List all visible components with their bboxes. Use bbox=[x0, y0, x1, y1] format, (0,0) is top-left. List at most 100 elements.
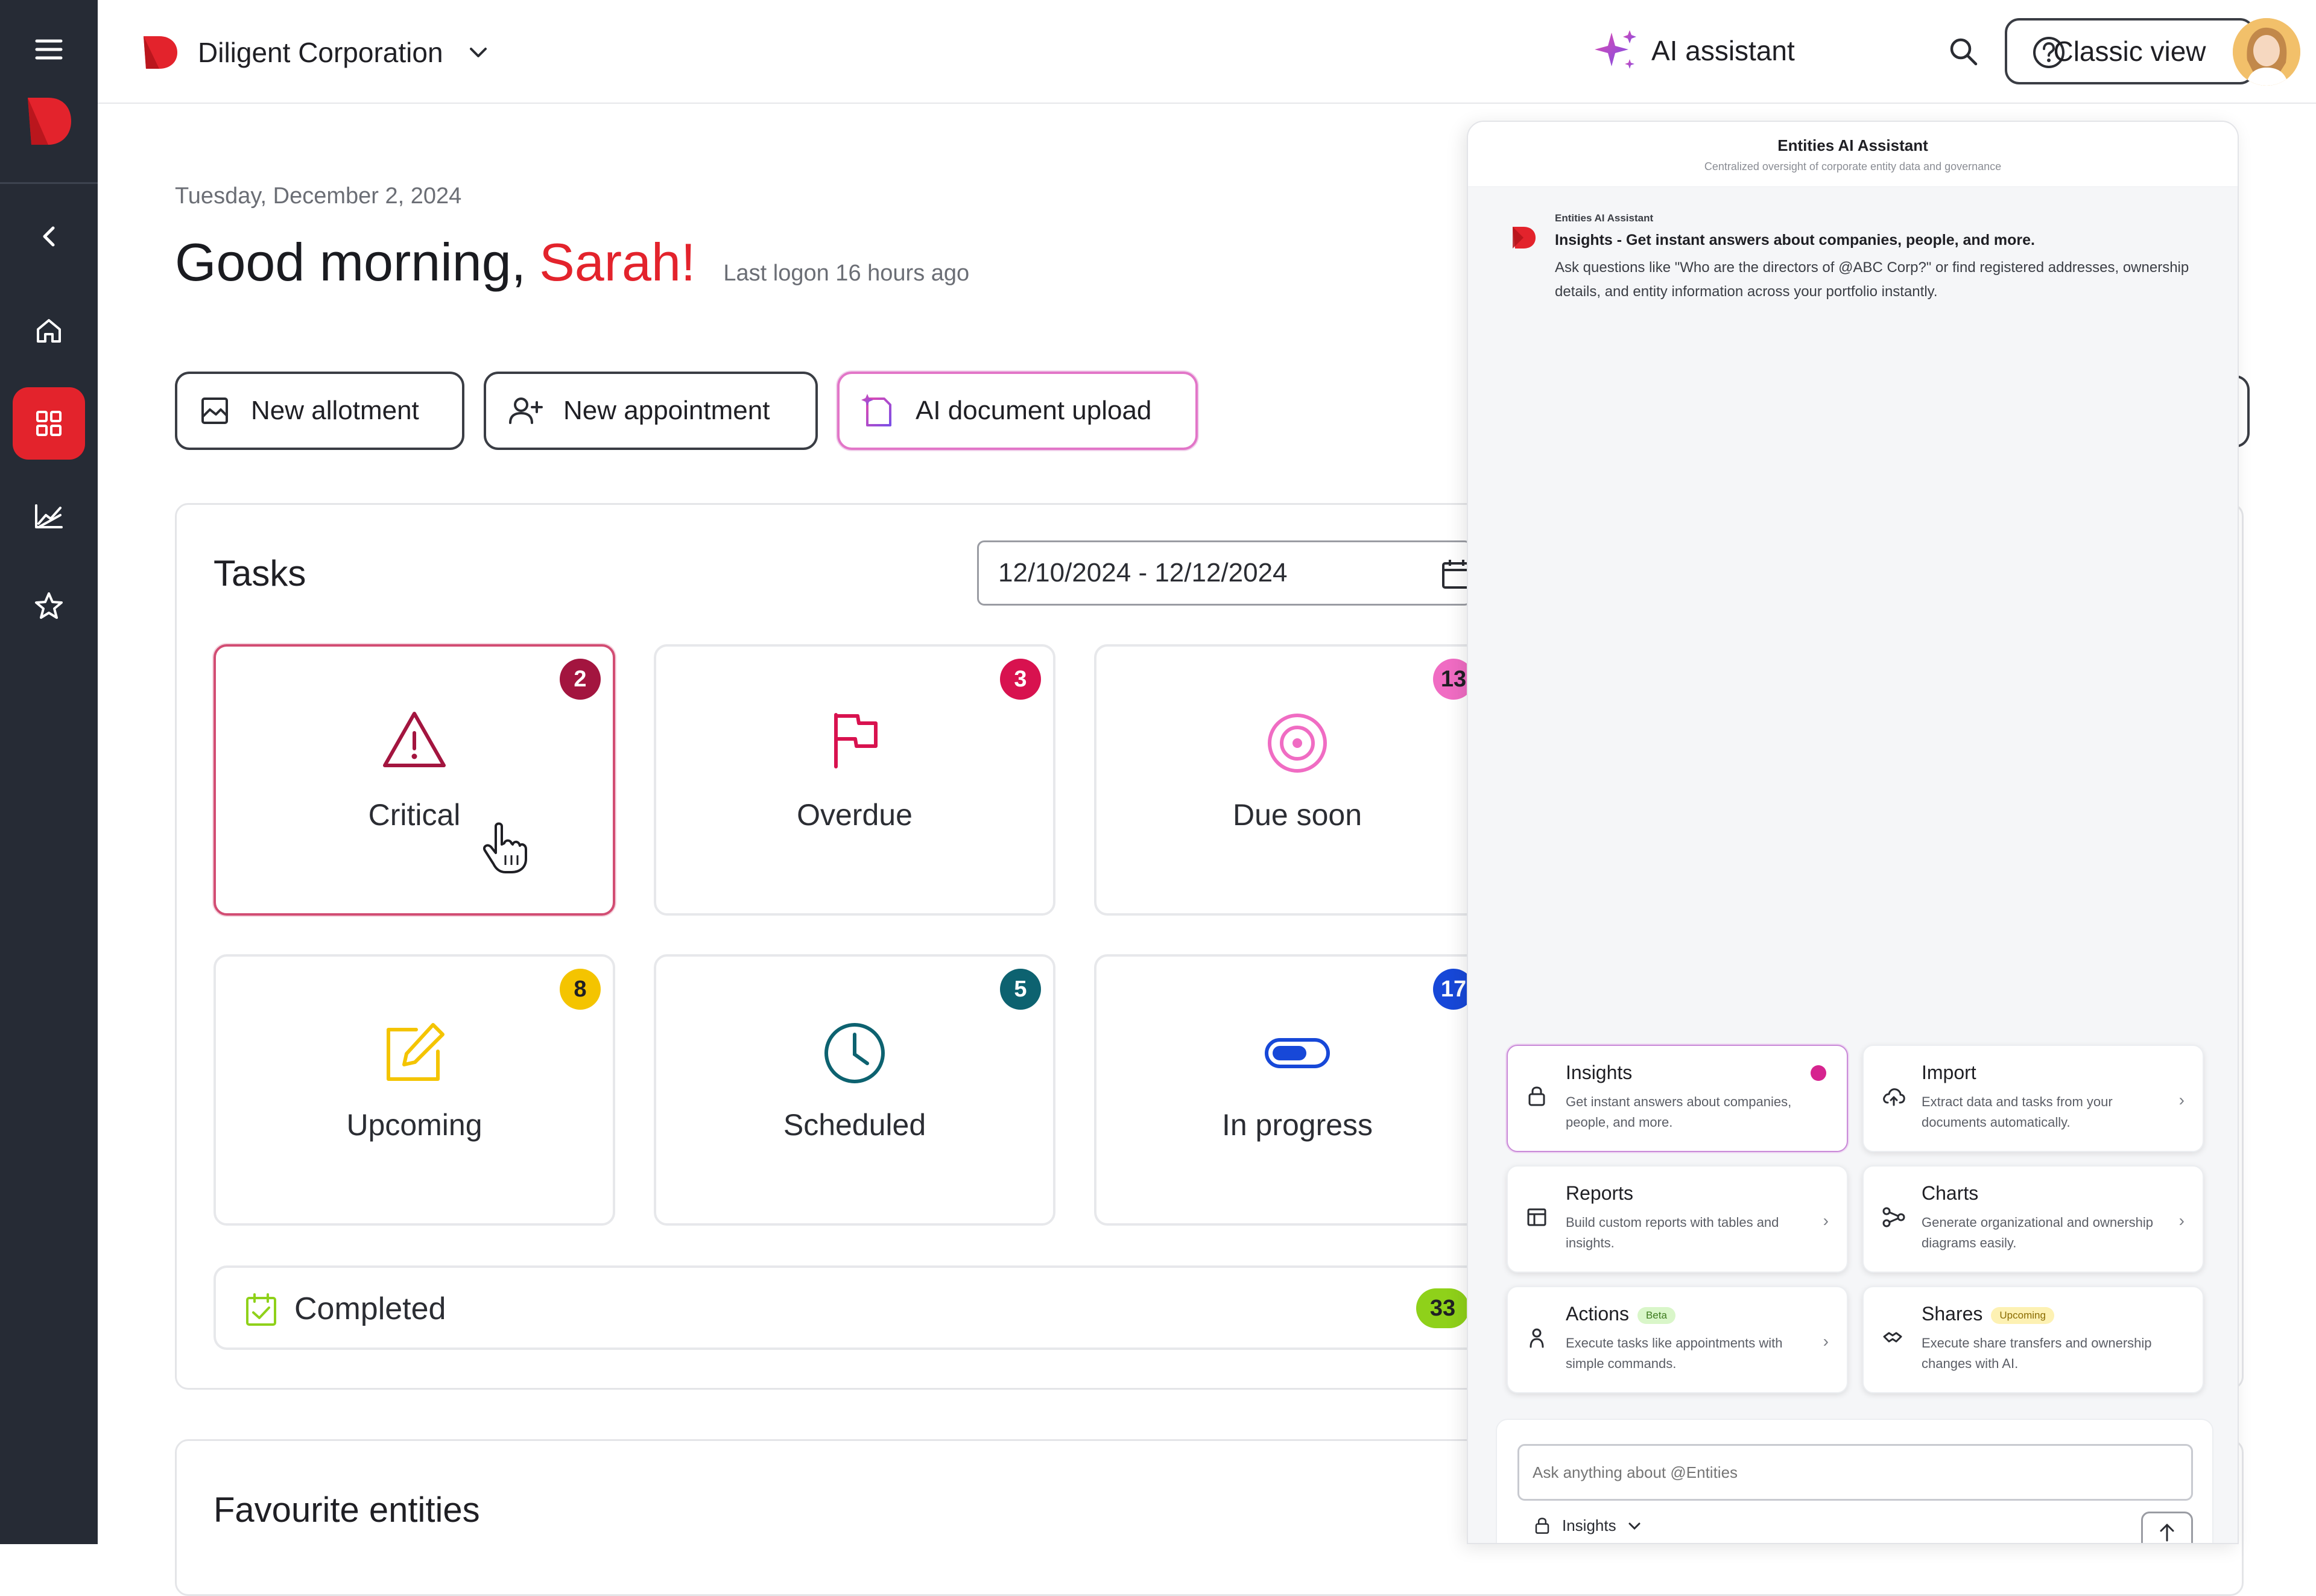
sidebar-item-dashboard[interactable] bbox=[13, 387, 85, 460]
ai-document-upload-label: AI document upload bbox=[916, 396, 1152, 425]
ai-panel-title: Entities AI Assistant bbox=[1777, 136, 1928, 154]
ai-panel-subtitle: Centralized oversight of corporate entit… bbox=[1704, 160, 2002, 173]
date-range-value: 12/10/2024 - 12/12/2024 bbox=[998, 558, 1288, 587]
ai-mode-selector[interactable]: Insights bbox=[1533, 1516, 1642, 1535]
new-allotment-label: New allotment bbox=[251, 396, 419, 425]
org-logo-icon bbox=[141, 34, 180, 71]
in-progress-label: In progress bbox=[1221, 1108, 1373, 1142]
flag-icon bbox=[827, 710, 882, 770]
sidebar-divider bbox=[0, 182, 98, 184]
completed-row[interactable]: Completed 33 bbox=[214, 1265, 1480, 1350]
org-switcher[interactable]: Diligent Corporation bbox=[198, 36, 489, 69]
favourite-entities-title: Favourite entities bbox=[214, 1490, 480, 1530]
ai-mode-label: Insights bbox=[1562, 1516, 1616, 1534]
overdue-label: Overdue bbox=[797, 798, 913, 832]
org-chart-icon bbox=[1882, 1206, 1906, 1228]
dashboard-icon bbox=[36, 411, 62, 436]
person-icon bbox=[1526, 1327, 1548, 1349]
critical-count-badge: 2 bbox=[560, 659, 601, 700]
task-tile-in-progress[interactable]: 17 In progress bbox=[1094, 954, 1474, 1226]
greeting-name: Sarah! bbox=[539, 232, 696, 292]
ai-card-reports[interactable]: Reports Build custom reports with tables… bbox=[1507, 1165, 1848, 1273]
actions-title: Actions bbox=[1566, 1303, 1629, 1325]
star-icon bbox=[35, 592, 63, 619]
target-icon bbox=[1264, 710, 1330, 776]
chevron-right-icon: › bbox=[2178, 1211, 2185, 1230]
insights-desc: Get instant answers about companies, peo… bbox=[1566, 1094, 1792, 1130]
ai-chat-input[interactable] bbox=[1517, 1444, 2193, 1501]
message-headline: Insights - Get instant answers about com… bbox=[1555, 232, 2035, 249]
sparkle-icon bbox=[1591, 27, 1642, 75]
task-tile-overdue[interactable]: 3 Overdue bbox=[654, 644, 1055, 916]
classic-view-button[interactable]: Classic view bbox=[2005, 18, 2254, 84]
search-icon[interactable] bbox=[1947, 35, 1981, 69]
shares-title: Shares bbox=[1922, 1303, 1983, 1325]
ai-card-insights[interactable]: Insights Get instant answers about compa… bbox=[1507, 1045, 1848, 1152]
beta-badge: Beta bbox=[1637, 1306, 1675, 1324]
new-allotment-button[interactable]: New allotment bbox=[175, 372, 464, 450]
send-button[interactable] bbox=[2141, 1512, 2193, 1543]
ai-assistant-button[interactable]: AI assistant bbox=[1591, 27, 1795, 75]
current-date: Tuesday, December 2, 2024 bbox=[175, 183, 462, 209]
reports-title: Reports bbox=[1566, 1182, 1634, 1204]
lock-icon bbox=[1533, 1517, 1551, 1535]
overdue-count-badge: 3 bbox=[1000, 659, 1041, 700]
tasks-title: Tasks bbox=[214, 553, 306, 594]
due-soon-label: Due soon bbox=[1232, 798, 1362, 832]
sidebar-item-favourites[interactable] bbox=[13, 569, 85, 642]
ai-card-import[interactable]: Import Extract data and tasks from your … bbox=[1862, 1045, 2204, 1152]
ai-input-container: Insights bbox=[1496, 1419, 2213, 1543]
message-sender: Entities AI Assistant bbox=[1555, 212, 1654, 224]
insights-title: Insights bbox=[1566, 1062, 1633, 1083]
scheduled-label: Scheduled bbox=[783, 1108, 926, 1142]
upcoming-label: Upcoming bbox=[346, 1108, 482, 1142]
add-user-icon bbox=[508, 395, 545, 426]
shares-desc: Execute share transfers and ownership ch… bbox=[1922, 1335, 2152, 1371]
ai-document-icon bbox=[861, 393, 895, 429]
last-logon: Last logon 16 hours ago bbox=[723, 261, 970, 286]
completed-count-badge: 33 bbox=[1416, 1288, 1469, 1328]
actions-title-row: Actions Beta bbox=[1566, 1303, 1675, 1325]
ai-panel-header: Entities AI Assistant Centralized oversi… bbox=[1468, 122, 2238, 187]
lock-icon bbox=[1526, 1086, 1548, 1107]
chevron-right-icon: › bbox=[1823, 1211, 1829, 1230]
task-tile-scheduled[interactable]: 5 Scheduled bbox=[654, 954, 1055, 1226]
classic-view-label: Classic view bbox=[2053, 36, 2206, 67]
greeting-prefix: Good morning, bbox=[175, 232, 527, 292]
ai-card-shares[interactable]: Shares Upcoming Execute share transfers a… bbox=[1862, 1286, 2204, 1393]
chevron-right-icon: › bbox=[2178, 1091, 2185, 1109]
upcoming-count-badge: 8 bbox=[560, 969, 601, 1010]
clock-icon bbox=[821, 1020, 888, 1086]
top-header: Diligent Corporation AI assistant Classi… bbox=[98, 0, 2316, 104]
avatar[interactable] bbox=[2233, 18, 2300, 86]
task-tile-critical[interactable]: 2 Critical bbox=[214, 644, 615, 916]
task-tile-due-soon[interactable]: 13 Due soon bbox=[1094, 644, 1474, 916]
new-appointment-button[interactable]: New appointment bbox=[484, 372, 818, 450]
critical-label: Critical bbox=[368, 798, 461, 832]
message-body: Ask questions like "Who are the director… bbox=[1555, 259, 2189, 300]
arrow-up-icon bbox=[2158, 1522, 2176, 1543]
image-icon bbox=[199, 395, 230, 426]
chevron-down-icon bbox=[1627, 1521, 1642, 1531]
new-appointment-label: New appointment bbox=[563, 396, 770, 425]
task-tile-upcoming[interactable]: 8 Upcoming bbox=[214, 954, 615, 1226]
active-dot-icon bbox=[1811, 1065, 1826, 1081]
sidebar bbox=[0, 0, 98, 1544]
ai-card-actions[interactable]: Actions Beta Execute tasks like appointme… bbox=[1507, 1286, 1848, 1393]
sidebar-item-home[interactable] bbox=[13, 294, 85, 367]
chart-icon bbox=[35, 504, 63, 528]
cloud-upload-icon bbox=[1882, 1086, 1906, 1107]
ai-card-charts[interactable]: Charts Generate organizational and owner… bbox=[1862, 1165, 2204, 1273]
ai-document-upload-button[interactable]: AI document upload bbox=[837, 372, 1198, 450]
actions-desc: Execute tasks like appointments with sim… bbox=[1566, 1335, 1783, 1371]
edit-icon bbox=[381, 1020, 448, 1086]
shares-title-row: Shares Upcoming bbox=[1922, 1303, 2054, 1325]
diligent-logo-icon[interactable] bbox=[24, 95, 74, 147]
warning-icon bbox=[381, 710, 448, 770]
collapse-icon[interactable] bbox=[37, 223, 62, 250]
date-range-input[interactable]: 12/10/2024 - 12/12/2024 bbox=[977, 540, 1472, 606]
sidebar-item-analytics[interactable] bbox=[13, 480, 85, 553]
toggle-icon bbox=[1264, 1035, 1330, 1071]
menu-icon[interactable] bbox=[34, 37, 64, 62]
reports-desc: Build custom reports with tables and ins… bbox=[1566, 1215, 1779, 1250]
